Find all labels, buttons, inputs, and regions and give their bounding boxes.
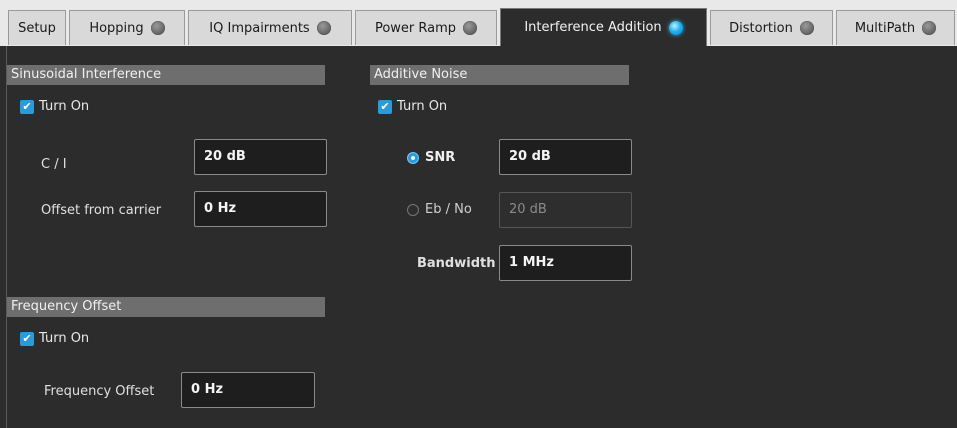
snr-input[interactable]: 20 dB xyxy=(499,139,632,175)
offset-from-carrier-input[interactable]: 0 Hz xyxy=(194,191,327,227)
bandwidth-input[interactable]: 1 MHz xyxy=(499,245,632,281)
radio-unselected-icon xyxy=(407,203,419,216)
status-led-icon xyxy=(799,21,814,35)
radio-selected-icon xyxy=(407,151,419,164)
tab-distortion[interactable]: Distortion xyxy=(710,10,833,45)
interference-addition-panel: Sinusoidal Interference ✔ Turn On C / I … xyxy=(6,46,957,428)
tab-power-ramp[interactable]: Power Ramp xyxy=(355,10,497,45)
status-led-icon xyxy=(150,21,165,35)
checkbox-label: Turn On xyxy=(397,99,448,114)
tab-label: Distortion xyxy=(729,20,793,36)
ci-input[interactable]: 20 dB xyxy=(194,139,327,175)
tab-hopping[interactable]: Hopping xyxy=(69,10,185,45)
tab-label: Interference Addition xyxy=(524,20,662,35)
tab-label: Setup xyxy=(18,20,56,36)
additive-noise-header: Additive Noise xyxy=(370,65,629,85)
sinusoidal-turn-on-checkbox[interactable]: ✔ Turn On xyxy=(20,99,89,114)
checkbox-label: Turn On xyxy=(39,331,90,346)
status-led-icon xyxy=(316,21,331,35)
tab-interference-addition[interactable]: Interference Addition xyxy=(500,8,707,46)
status-led-icon xyxy=(463,21,478,35)
frequency-offset-turn-on-checkbox[interactable]: ✔ Turn On xyxy=(20,331,89,346)
status-led-icon xyxy=(668,20,683,35)
tab-label: Power Ramp xyxy=(374,20,457,36)
tab-setup[interactable]: Setup xyxy=(8,10,66,45)
tab-bar: Setup Hopping IQ Impairments Power Ramp … xyxy=(0,0,957,46)
additive-noise-turn-on-checkbox[interactable]: ✔ Turn On xyxy=(378,99,447,114)
tab-label: IQ Impairments xyxy=(209,20,310,36)
tab-label: Hopping xyxy=(89,20,144,36)
ebno-input: 20 dB xyxy=(499,192,632,228)
tab-iq-impairments[interactable]: IQ Impairments xyxy=(188,10,352,45)
bandwidth-label: Bandwidth xyxy=(417,256,496,271)
sinusoidal-interference-header: Sinusoidal Interference xyxy=(7,65,325,85)
status-led-icon xyxy=(922,21,937,35)
tab-multipath[interactable]: MultiPath xyxy=(836,10,955,45)
snr-radio[interactable]: SNR xyxy=(407,150,455,165)
tab-label: MultiPath xyxy=(854,20,916,36)
snr-label: SNR xyxy=(425,150,456,165)
ebno-radio[interactable]: Eb / No xyxy=(407,202,472,217)
frequency-offset-input[interactable]: 0 Hz xyxy=(181,372,315,408)
checkmark-icon: ✔ xyxy=(20,99,34,114)
checkmark-icon: ✔ xyxy=(20,331,34,346)
frequency-offset-header: Frequency Offset xyxy=(7,297,325,317)
frequency-offset-label: Frequency Offset xyxy=(44,384,155,399)
ci-label: C / I xyxy=(41,157,67,172)
checkbox-label: Turn On xyxy=(39,99,90,114)
offset-from-carrier-label: Offset from carrier xyxy=(41,203,162,218)
ebno-label: Eb / No xyxy=(425,202,472,217)
checkmark-icon: ✔ xyxy=(378,99,392,114)
